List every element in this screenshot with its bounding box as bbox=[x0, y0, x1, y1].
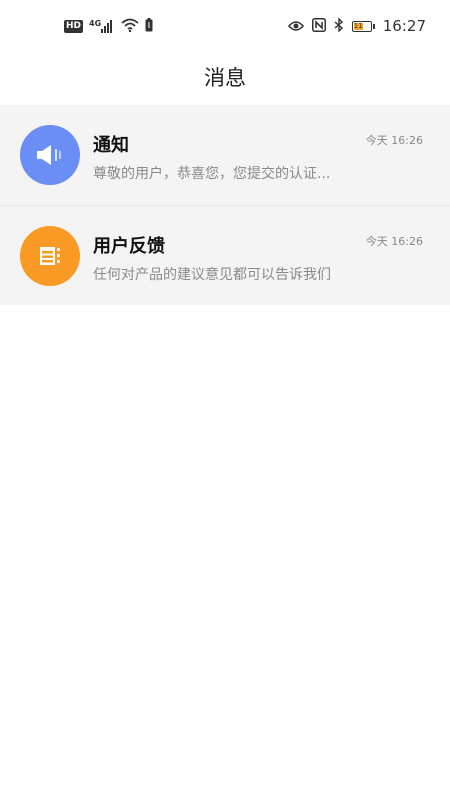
message-preview: 尊敬的用户，恭喜您，您提交的认证... bbox=[93, 166, 331, 182]
status-left: HD 4G bbox=[64, 16, 153, 36]
list-item-feedback[interactable]: 用户反馈 今天 16:26 任何对产品的建议意见都可以告诉我们 bbox=[0, 205, 450, 305]
wifi-icon bbox=[121, 17, 139, 36]
speaker-icon bbox=[20, 125, 80, 185]
page-title: 消息 bbox=[204, 66, 246, 90]
hd-badge: HD bbox=[64, 19, 84, 33]
status-right: 11 16:27 bbox=[287, 16, 426, 36]
network-type: 4G bbox=[89, 19, 102, 28]
message-title: 用户反馈 bbox=[93, 236, 165, 257]
message-list: 通知 今天 16:26 尊敬的用户，恭喜您，您提交的认证... 用户反馈 今天 … bbox=[0, 105, 450, 305]
clock: 16:27 bbox=[382, 17, 426, 35]
signal-icon: 4G bbox=[89, 19, 115, 33]
battery-saver-icon bbox=[145, 17, 153, 36]
list-item-notification[interactable]: 通知 今天 16:26 尊敬的用户，恭喜您，您提交的认证... bbox=[0, 105, 450, 205]
status-bar: HD 4G 11 16:27 bbox=[0, 0, 450, 50]
message-preview: 任何对产品的建议意见都可以告诉我们 bbox=[93, 267, 331, 283]
battery-level: 11 bbox=[353, 21, 363, 30]
message-time: 今天 16:26 bbox=[365, 134, 423, 147]
message-title: 通知 bbox=[93, 135, 129, 156]
header: 消息 bbox=[0, 50, 450, 104]
notebook-icon bbox=[20, 226, 80, 286]
message-time: 今天 16:26 bbox=[365, 235, 423, 248]
nfc-icon bbox=[311, 17, 326, 36]
battery-icon: 11 bbox=[351, 20, 375, 32]
bluetooth-icon bbox=[334, 16, 344, 36]
eye-icon bbox=[287, 17, 304, 36]
